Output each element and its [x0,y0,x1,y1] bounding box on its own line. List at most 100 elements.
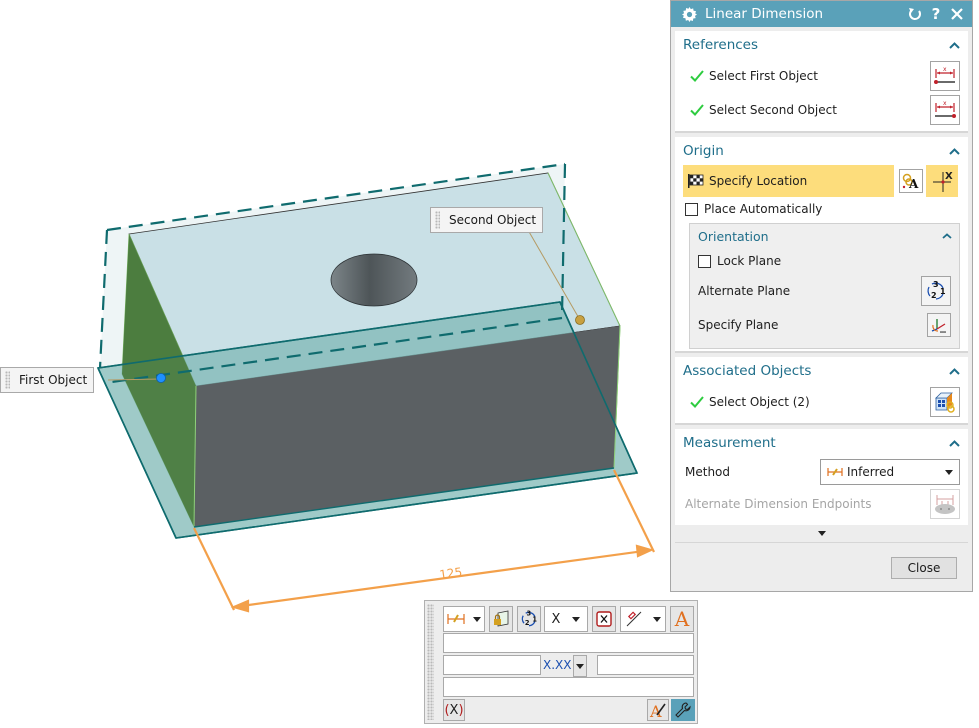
select-object-row[interactable]: Select Object (2) [675,385,968,419]
reset-icon[interactable] [906,5,924,23]
lock-plane-checkbox[interactable] [698,254,711,268]
select-first-object-row[interactable]: Select First Object x [675,59,968,93]
precision-label: X.XX [543,658,572,672]
first-object-callout[interactable]: First Object [0,367,95,393]
first-object-point-icon[interactable]: x [930,61,960,91]
orientation-header[interactable]: Orientation [690,224,959,248]
expand-more-icon[interactable] [817,531,826,536]
drag-grip-icon[interactable] [427,604,434,720]
dimension-mini-toolbar: 312 X A X.XX (X) A [424,600,698,724]
specify-location-selector[interactable]: Specify Location [683,165,894,197]
measurement-title: Measurement [683,435,776,451]
associated-objects-section: Associated Objects Select Object (2) [675,357,968,423]
svg-text:1: 1 [940,287,946,296]
dropdown-arrow-icon[interactable] [945,469,953,475]
close-button[interactable]: Close [891,557,957,579]
svg-text:x: x [943,100,947,107]
close-icon[interactable] [948,5,966,23]
references-header[interactable]: References [675,31,968,59]
svg-text:2: 2 [931,291,937,300]
svg-text:3: 3 [933,280,939,289]
lower-tolerance-field[interactable] [597,655,694,675]
dimension-value-label[interactable]: 125 [438,565,463,582]
wrench-icon [675,702,691,718]
dropdown-arrow-icon[interactable] [576,663,584,669]
expression-x-label: X [449,702,459,718]
text-edit-button[interactable]: A [647,699,669,721]
hole[interactable] [330,253,418,307]
specify-location-label: Specify Location [709,174,808,188]
select-first-object-label: Select First Object [709,69,818,83]
dropdown-arrow-icon[interactable] [653,616,661,622]
dropdown-arrow-icon[interactable] [572,616,581,622]
method-label: Method [685,465,731,479]
dimension-line-style-icon [626,611,642,627]
origin-title: Origin [683,143,724,159]
appended-text-field[interactable] [443,677,694,697]
associated-objects-title: Associated Objects [683,363,812,379]
svg-text:x: x [943,66,947,73]
lock-plane-button[interactable] [489,606,513,632]
place-automatically-checkbox[interactable] [685,202,698,216]
expression-button[interactable]: (X) [443,699,465,721]
collapse-icon[interactable] [948,145,960,157]
drag-grip-icon[interactable] [435,211,440,229]
svg-text:X: X [945,171,953,182]
alternate-plane-label: Alternate Plane [698,284,791,298]
specify-plane-label: Specify Plane [698,318,779,332]
collapse-icon[interactable] [941,230,953,242]
settings-wrench-button[interactable] [671,699,695,721]
method-selector-button[interactable] [443,606,485,632]
specify-location-row[interactable]: Specify Location A X [683,165,968,197]
associated-object-icon[interactable] [930,387,960,417]
alternate-endpoints-icon [930,489,960,519]
cycle-plane-icon[interactable]: 312 [921,276,951,306]
remove-tolerance-button[interactable] [592,606,616,632]
gear-icon[interactable] [680,5,698,23]
select-second-object-row[interactable]: Select Second Object x [675,93,968,127]
linear-dimension-dialog: Linear Dimension ? References Select Fir… [670,0,973,592]
collapse-icon[interactable] [948,365,960,377]
first-object-point[interactable] [156,373,166,383]
tolerance-type-value: X [551,611,561,627]
alternate-plane-row[interactable]: Alternate Plane 312 [690,274,959,308]
orientation-title: Orientation [698,228,769,244]
method-dropdown[interactable]: Inferred [820,459,960,485]
alternate-endpoints-row: Alternate Dimension Endpoints [675,487,968,521]
drag-grip-icon[interactable] [5,371,10,389]
orientation-group: Orientation Lock Plane Alternate Plane 3… [689,223,960,349]
svg-text:1: 1 [532,616,537,624]
edit-text-icon: A [649,702,666,719]
specify-plane-row[interactable]: Specify Plane [690,308,959,342]
second-object-callout[interactable]: Second Object [430,207,544,233]
svg-text:A: A [908,177,919,190]
origin-tool-button[interactable]: X [926,165,958,197]
tolerance-type-dropdown[interactable]: X [544,606,588,632]
line-style-dropdown[interactable] [620,606,666,632]
text-style-button[interactable]: A [670,606,694,632]
precision-dropdown[interactable] [573,655,587,677]
collapse-icon[interactable] [948,437,960,449]
second-object-point[interactable] [575,315,585,325]
place-automatically-label: Place Automatically [704,202,823,216]
references-section: References Select First Object x Select … [675,31,968,131]
collapse-icon[interactable] [948,39,960,51]
origin-header[interactable]: Origin [675,137,968,165]
text-settings-icon[interactable]: A [899,169,923,193]
more-options-toggle[interactable] [675,525,968,543]
measurement-header[interactable]: Measurement [675,429,968,457]
associated-objects-header[interactable]: Associated Objects [675,357,968,385]
select-object-label: Select Object (2) [709,395,810,409]
svg-text:3: 3 [527,610,532,618]
dialog-titlebar[interactable]: Linear Dimension ? [671,1,972,27]
lock-plane-row[interactable]: Lock Plane [690,248,959,274]
place-automatically-row[interactable]: Place Automatically [675,197,968,221]
help-icon[interactable]: ? [927,5,945,23]
dimension-text-field[interactable] [443,633,694,653]
upper-tolerance-field[interactable] [443,655,541,675]
alternate-plane-button[interactable]: 312 [517,606,541,632]
second-object-point-icon[interactable]: x [930,95,960,125]
csys-plane-icon[interactable] [927,313,951,337]
measurement-section: Measurement Method Inferred Alternate Di… [675,429,968,525]
dropdown-arrow-icon[interactable] [473,616,481,622]
